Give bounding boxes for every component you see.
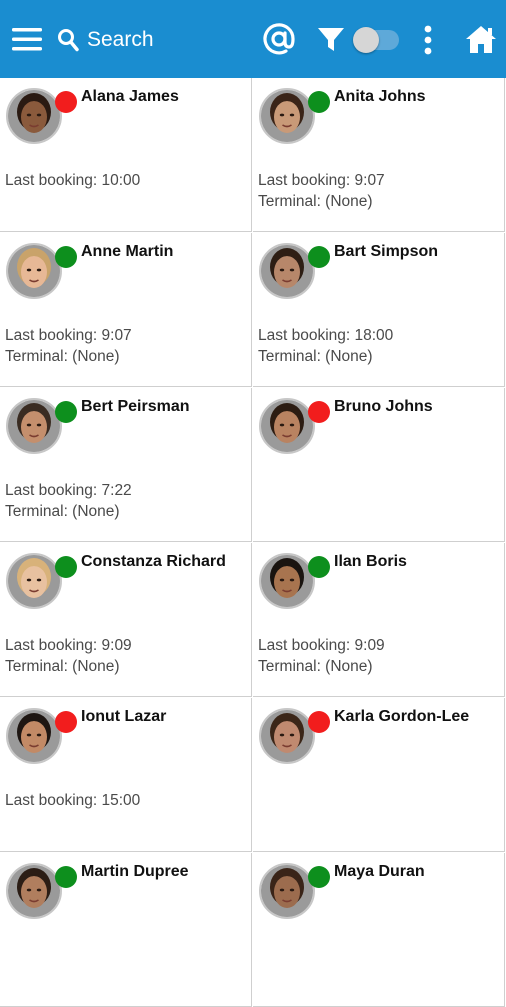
more-options-button[interactable] <box>418 22 438 58</box>
contact-card[interactable]: Ilan Boris Last booking: 9:09 Terminal: (N… <box>253 543 505 697</box>
contact-card[interactable]: Constanza Richard Last booking: 9:09 Termi… <box>0 543 252 697</box>
last-booking-text: Last booking: 9:09 <box>258 637 385 654</box>
search-icon <box>58 29 79 52</box>
contact-card[interactable]: Karla Gordon-Lee <box>253 698 505 852</box>
avatar <box>6 553 62 609</box>
terminal-text: Terminal: (None) <box>5 348 120 365</box>
last-booking-text: Last booking: 7:22 <box>5 482 132 499</box>
avatar <box>6 243 62 299</box>
contact-card[interactable]: Anne Martin Last booking: 9:07 Terminal: (… <box>0 233 252 387</box>
contact-card[interactable]: Bruno Johns <box>253 388 505 542</box>
contact-name: Karla Gordon-Lee <box>334 708 470 725</box>
search-label: Search <box>87 28 154 51</box>
terminal-text: Terminal: (None) <box>258 348 373 365</box>
contact-name: Maya Duran <box>334 863 425 880</box>
at-sign-icon <box>263 23 295 55</box>
avatar <box>259 863 315 919</box>
terminal-text: Terminal: (None) <box>5 503 120 520</box>
status-online-indicator <box>308 91 330 113</box>
status-online-indicator <box>55 866 77 888</box>
avatar <box>259 553 315 609</box>
status-online-indicator <box>55 401 77 423</box>
avatar <box>6 398 62 454</box>
avatar <box>6 88 62 144</box>
toggle-knob <box>353 27 379 53</box>
status-online-indicator <box>308 246 330 268</box>
contact-card[interactable]: Martin Dupree <box>0 853 252 1007</box>
last-booking-text: Last booking: 9:07 <box>5 327 132 344</box>
filter-toggle[interactable] <box>352 26 402 54</box>
contact-card[interactable]: Alana James Last booking: 10:00 <box>0 78 252 232</box>
last-booking-text: Last booking: 18:00 <box>258 327 394 344</box>
status-online-indicator <box>55 556 77 578</box>
home-icon <box>466 26 496 53</box>
status-offline-indicator <box>55 711 77 733</box>
contact-name: Ilan Boris <box>334 553 407 570</box>
contact-name: Bert Peirsman <box>81 398 190 415</box>
status-online-indicator <box>55 246 77 268</box>
contact-name: Bruno Johns <box>334 398 433 415</box>
contact-name: Ionut Lazar <box>81 708 167 725</box>
app-toolbar: Search <box>0 0 506 78</box>
status-offline-indicator <box>308 711 330 733</box>
last-booking-text: Last booking: 15:00 <box>5 792 141 809</box>
filter-icon <box>318 28 344 51</box>
terminal-text: Terminal: (None) <box>258 658 373 675</box>
status-offline-indicator <box>55 91 77 113</box>
hamburger-menu-icon <box>12 28 42 51</box>
contact-name: Alana James <box>81 88 179 105</box>
last-booking-text: Last booking: 9:09 <box>5 637 132 654</box>
contact-card[interactable]: Ionut Lazar Last booking: 15:00 <box>0 698 252 852</box>
last-booking-text: Last booking: 10:00 <box>5 172 141 189</box>
contact-card[interactable]: Anita Johns Last booking: 9:07 Terminal: (… <box>253 78 505 232</box>
at-button[interactable] <box>260 20 298 58</box>
terminal-text: Terminal: (None) <box>258 193 373 210</box>
status-online-indicator <box>308 866 330 888</box>
status-offline-indicator <box>308 401 330 423</box>
contact-name: Anita Johns <box>334 88 426 105</box>
avatar <box>259 398 315 454</box>
toggle-track <box>353 27 399 53</box>
avatar <box>259 88 315 144</box>
contact-name: Anne Martin <box>81 243 174 260</box>
menu-button[interactable] <box>10 24 44 54</box>
contact-name: Constanza Richard <box>81 553 226 570</box>
contact-name: Martin Dupree <box>81 863 189 880</box>
contact-card[interactable]: Bart Simpson Last booking: 18:00 Terminal:… <box>253 233 505 387</box>
avatar <box>6 863 62 919</box>
avatar <box>259 243 315 299</box>
contact-card[interactable]: Bert Peirsman Last booking: 7:22 Terminal:… <box>0 388 252 542</box>
home-button[interactable] <box>462 20 500 58</box>
avatar <box>259 708 315 764</box>
search-button[interactable]: Search <box>57 24 154 56</box>
status-online-indicator <box>308 556 330 578</box>
last-booking-text: Last booking: 9:07 <box>258 172 385 189</box>
more-vertical-icon <box>424 25 432 55</box>
contact-card[interactable]: Maya Duran <box>253 853 505 1007</box>
avatar <box>6 708 62 764</box>
contact-name: Bart Simpson <box>334 243 439 260</box>
terminal-text: Terminal: (None) <box>5 658 120 675</box>
filter-button[interactable] <box>314 22 348 56</box>
